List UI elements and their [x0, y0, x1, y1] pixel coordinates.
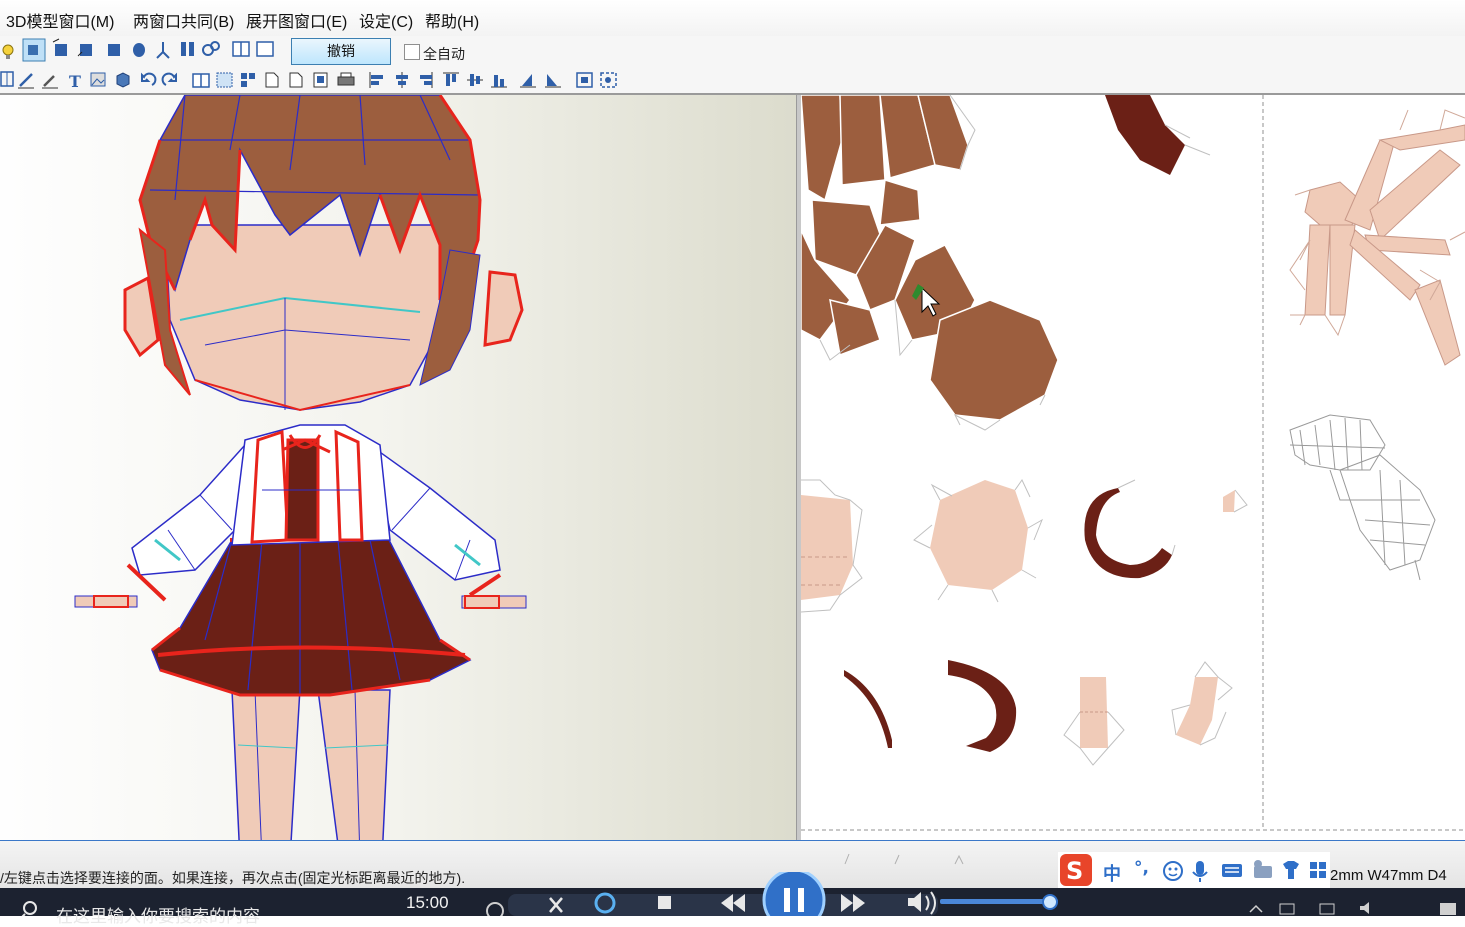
more-grid-icon[interactable]: [1310, 862, 1326, 878]
select-area-icon[interactable]: [216, 72, 233, 88]
model-face: [164, 224, 441, 412]
can-icon[interactable]: [133, 43, 145, 57]
menu-bar: 3D模型窗口(M) 两窗口共同(B) 展开图窗口(E) 设定(C) 帮助(H): [0, 0, 1465, 37]
align-middle-icon[interactable]: [467, 74, 483, 86]
text-icon[interactable]: T: [69, 72, 81, 91]
menu-3d-model-window[interactable]: 3D模型窗口(M): [6, 8, 114, 32]
unfold-part-small-tab: [1223, 489, 1248, 513]
tray-battery-icon[interactable]: [1279, 903, 1295, 915]
pencil-icon[interactable]: [18, 73, 34, 89]
model-legs: [231, 687, 391, 840]
printer-icon[interactable]: [337, 72, 355, 86]
flip-right-icon[interactable]: [545, 74, 561, 88]
page-icon[interactable]: [265, 72, 279, 88]
stop-icon[interactable]: [658, 896, 671, 909]
undo-button[interactable]: 撤销: [291, 38, 391, 65]
columns-icon[interactable]: [181, 42, 194, 56]
toolbar-unfold-icons: T: [0, 71, 617, 91]
grid-icon[interactable]: [0, 71, 14, 87]
move-model-icon[interactable]: [77, 44, 92, 57]
single-view-icon[interactable]: [256, 41, 274, 57]
status-faint-marks: [844, 853, 964, 865]
redo-arrow-icon[interactable]: [161, 72, 177, 86]
box-icon[interactable]: [116, 72, 130, 88]
svg-text:T: T: [69, 72, 81, 91]
media-player-controls: [508, 872, 938, 916]
sogou-logo-icon[interactable]: S: [1060, 854, 1092, 886]
flip-left-icon[interactable]: [520, 74, 536, 88]
menu-both-windows[interactable]: 两窗口共同(B): [133, 8, 234, 32]
cylinder-icon[interactable]: [108, 44, 120, 56]
link-icon[interactable]: [202, 41, 220, 56]
align-bottom-icon[interactable]: [491, 75, 507, 88]
page-add-icon[interactable]: [289, 72, 303, 88]
book-icon[interactable]: [192, 73, 210, 88]
pause-button[interactable]: [762, 872, 826, 916]
unfold-2d-view[interactable]: [801, 95, 1465, 840]
svg-text:S: S: [1066, 857, 1083, 885]
light-bulb-icon[interactable]: [2, 44, 14, 59]
unfold-part-face-patch: [913, 479, 1043, 603]
search-icon[interactable]: [20, 898, 42, 916]
rotate-model-icon[interactable]: [52, 38, 67, 56]
status-size-text: 2mm W47mm D4: [1330, 867, 1447, 884]
mic-icon[interactable]: [1192, 861, 1208, 882]
parts-icon[interactable]: [241, 73, 255, 87]
task-view-icon[interactable]: [480, 896, 510, 916]
toolbox-icon[interactable]: [1254, 860, 1272, 878]
auto-checkbox[interactable]: [404, 44, 420, 60]
unfold-part-leg-left: [1063, 677, 1125, 766]
tray-speaker-icon[interactable]: [1360, 902, 1369, 914]
unfold-part-arms: [1304, 124, 1465, 366]
align-top-icon[interactable]: [443, 72, 459, 86]
menu-unfold-window[interactable]: 展开图窗口(E): [246, 8, 347, 32]
volume-slider[interactable]: [940, 892, 1065, 912]
chibi-model-wireframe: [74, 95, 527, 840]
unfold-part-skirt-band: [1084, 479, 1176, 579]
brush-icon[interactable]: [42, 75, 58, 89]
model-torso: [231, 424, 391, 546]
image-icon[interactable]: [90, 72, 106, 87]
unfold-part-dark-band: [1105, 95, 1211, 175]
smiley-icon[interactable]: [1163, 861, 1183, 881]
status-hint-text: /左键点击选择要连接的面。如果连接，再次点击(固定光标距离最近的地方).: [0, 870, 466, 886]
tray-network-icon[interactable]: [1319, 903, 1335, 915]
tray-notification-icon[interactable]: [1440, 903, 1456, 915]
system-tray-icons: [1249, 902, 1456, 915]
view-cube-icon[interactable]: [22, 38, 46, 62]
align-center-icon[interactable]: [396, 72, 408, 88]
auto-label: 全自动: [423, 46, 465, 62]
menu-settings[interactable]: 设定(C): [359, 8, 413, 32]
align-right-icon[interactable]: [420, 72, 433, 88]
taskbar-search-input[interactable]: 在这里输入你要搜索的内容: [56, 902, 260, 927]
fit-parts-icon[interactable]: [600, 72, 617, 88]
toolbar-top-icons: [2, 38, 274, 62]
skin-shirt-icon[interactable]: [1283, 861, 1299, 879]
page-setup-icon[interactable]: [313, 72, 328, 88]
ime-icons: S: [1060, 854, 1326, 886]
split-view-icon[interactable]: [232, 41, 250, 57]
unfold-parts-sheet: [801, 95, 1465, 831]
menu-help[interactable]: 帮助(H): [425, 8, 479, 32]
unfold-part-leg-right: [1171, 661, 1233, 746]
unfold-part-hair: [801, 95, 1059, 421]
unfold-part-thin-strip: [844, 670, 892, 748]
ime-toolbar: S 中 °,: [1058, 852, 1330, 888]
align-left-icon[interactable]: [369, 72, 383, 88]
keyboard-icon[interactable]: [1222, 864, 1242, 877]
unfold-part-ribbon: [948, 660, 1017, 752]
video-time-display: 15:00: [406, 893, 449, 912]
tray-chevron-up-icon[interactable]: [1249, 904, 1263, 913]
unfold-part-torso: [801, 479, 863, 613]
axis-icon[interactable]: [156, 42, 170, 59]
ime-language-indicator[interactable]: 中: [1103, 860, 1121, 886]
fit-page-icon[interactable]: [576, 72, 593, 88]
model-3d-view[interactable]: [0, 95, 796, 840]
unfold-part-wireframe: [1289, 414, 1436, 581]
ime-punctuation-indicator[interactable]: °,: [1134, 858, 1149, 878]
undo-arrow-icon[interactable]: [141, 72, 157, 86]
